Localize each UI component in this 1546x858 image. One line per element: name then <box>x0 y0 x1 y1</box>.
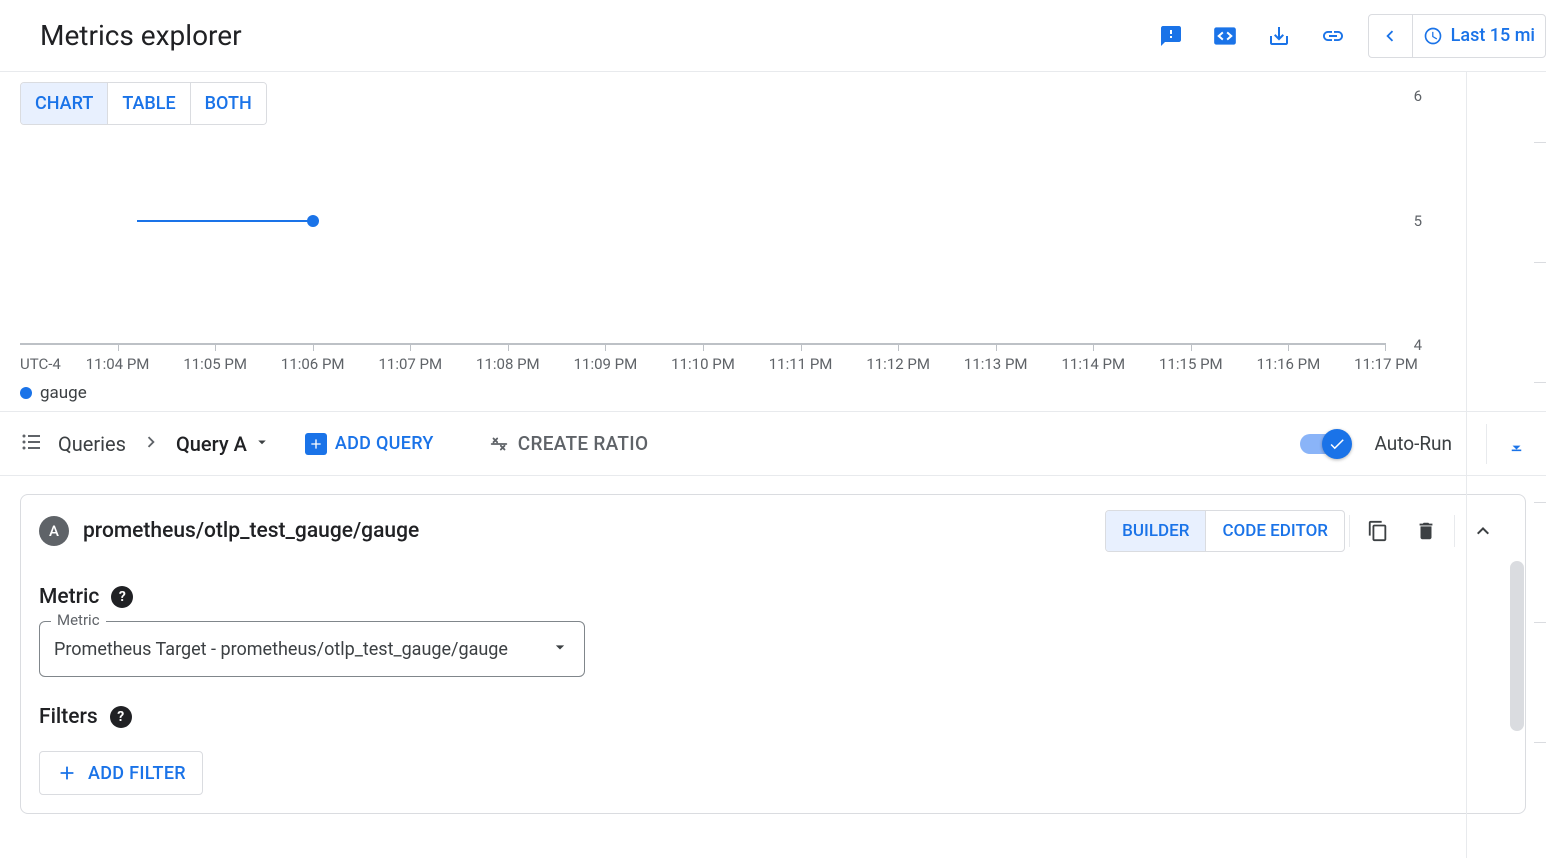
timezone-label: UTC-4 <box>20 355 61 373</box>
create-ratio-label: CREATE RATIO <box>518 432 649 455</box>
legend-label[interactable]: gauge <box>40 383 87 403</box>
mode-code-editor[interactable]: CODE EDITOR <box>1205 511 1344 551</box>
auto-run-toggle[interactable] <box>1300 434 1346 454</box>
mode-toggle: BUILDER CODE EDITOR <box>1105 510 1345 552</box>
header-actions: Last 15 mi <box>1144 12 1546 60</box>
add-filter-label: ADD FILTER <box>88 763 186 784</box>
copy-icon <box>1367 520 1389 542</box>
x-tick-label: 11:16 PM <box>1257 355 1321 373</box>
filters-section-title: Filters ? <box>39 705 1507 729</box>
collapse-all-button[interactable] <box>1486 424 1526 464</box>
metric-field-label: Metric <box>51 611 106 629</box>
y-tick-6: 6 <box>1414 87 1422 105</box>
link-icon[interactable] <box>1306 12 1360 60</box>
x-tick-label: 11:10 PM <box>671 355 735 373</box>
legend-dot-icon <box>20 387 32 399</box>
delete-button[interactable] <box>1402 507 1450 555</box>
query-title: prometheus/otlp_test_gauge/gauge <box>83 519 419 543</box>
metric-field[interactable]: Metric Prometheus Target - prometheus/ot… <box>39 621 585 677</box>
tab-both[interactable]: BOTH <box>190 83 266 124</box>
timerange-label: Last 15 mi <box>1451 25 1535 46</box>
add-query-button[interactable]: ADD QUERY <box>305 433 434 455</box>
check-icon <box>1328 435 1346 453</box>
query-toolbar: Queries Query A ADD QUERY CREATE RATIO A… <box>0 412 1546 476</box>
create-ratio-button[interactable]: CREATE RATIO <box>488 432 649 455</box>
auto-run-label: Auto-Run <box>1374 432 1452 455</box>
caret-down-icon <box>550 637 570 661</box>
x-tick-label: 11:11 PM <box>769 355 833 373</box>
collapse-button[interactable] <box>1459 507 1507 555</box>
query-selector-label: Query A <box>176 432 247 456</box>
x-tick-label: 11:04 PM <box>86 355 150 373</box>
y-tick-5: 5 <box>1414 212 1422 230</box>
mode-builder[interactable]: BUILDER <box>1106 511 1205 551</box>
x-tick-label: 11:13 PM <box>964 355 1028 373</box>
chevron-right-icon <box>140 431 162 457</box>
view-tabs: CHART TABLE BOTH <box>20 82 267 125</box>
tab-table[interactable]: TABLE <box>107 83 189 124</box>
x-tick-label: 11:15 PM <box>1159 355 1223 373</box>
plus-icon <box>305 433 327 455</box>
query-card-body: Metric ? Metric Prometheus Target - prom… <box>21 567 1525 813</box>
toggle-knob <box>1322 429 1352 459</box>
chart-plot[interactable]: 4 5 6 UTC-4 11:04 PM 11:05 PM 11:06 PM 1… <box>20 96 1386 345</box>
query-card: A prometheus/otlp_test_gauge/gauge BUILD… <box>20 494 1526 814</box>
x-tick-label: 11:06 PM <box>281 355 345 373</box>
timerange-prev-button[interactable] <box>1369 15 1413 57</box>
metric-section-title: Metric ? <box>39 585 1507 609</box>
page-title: Metrics explorer <box>40 19 242 52</box>
help-icon[interactable]: ? <box>111 586 133 608</box>
series-line-gauge <box>137 220 313 222</box>
add-query-label: ADD QUERY <box>335 433 434 454</box>
timerange-dropdown[interactable]: Last 15 mi <box>1413 15 1545 57</box>
y-tick-4: 4 <box>1414 336 1422 354</box>
query-breadcrumb: Queries Query A <box>20 430 271 458</box>
header: Metrics explorer Last 15 mi <box>0 0 1546 72</box>
query-card-header: A prometheus/otlp_test_gauge/gauge BUILD… <box>21 495 1525 567</box>
plus-icon <box>56 762 78 784</box>
queries-label[interactable]: Queries <box>58 432 126 456</box>
list-icon <box>20 430 44 458</box>
query-card-container: A prometheus/otlp_test_gauge/gauge BUILD… <box>0 476 1546 832</box>
help-icon[interactable]: ? <box>110 706 132 728</box>
tab-chart[interactable]: CHART <box>21 83 107 124</box>
x-tick-label: 11:17 PM <box>1354 355 1418 373</box>
query-selector[interactable]: Query A <box>176 432 271 456</box>
clock-icon <box>1423 26 1443 46</box>
ratio-icon <box>488 433 510 455</box>
series-point-gauge[interactable] <box>307 215 319 227</box>
legend: gauge <box>20 383 87 403</box>
feedback-icon[interactable] <box>1144 12 1198 60</box>
code-icon[interactable] <box>1198 12 1252 60</box>
caret-down-icon <box>253 433 271 455</box>
x-tick-label: 11:09 PM <box>574 355 638 373</box>
download-icon[interactable] <box>1252 12 1306 60</box>
copy-button[interactable] <box>1354 507 1402 555</box>
x-tick-label: 11:05 PM <box>183 355 247 373</box>
add-filter-button[interactable]: ADD FILTER <box>39 751 203 795</box>
metric-field-value: Prometheus Target - prometheus/otlp_test… <box>54 639 550 660</box>
chevron-up-icon <box>1471 519 1495 543</box>
x-tick-label: 11:07 PM <box>378 355 442 373</box>
x-tick-label: 11:12 PM <box>866 355 930 373</box>
timerange-picker: Last 15 mi <box>1368 14 1546 58</box>
query-badge: A <box>39 516 69 546</box>
x-tick-label: 11:08 PM <box>476 355 540 373</box>
x-tick-label: 11:14 PM <box>1061 355 1125 373</box>
trash-icon <box>1415 520 1437 542</box>
